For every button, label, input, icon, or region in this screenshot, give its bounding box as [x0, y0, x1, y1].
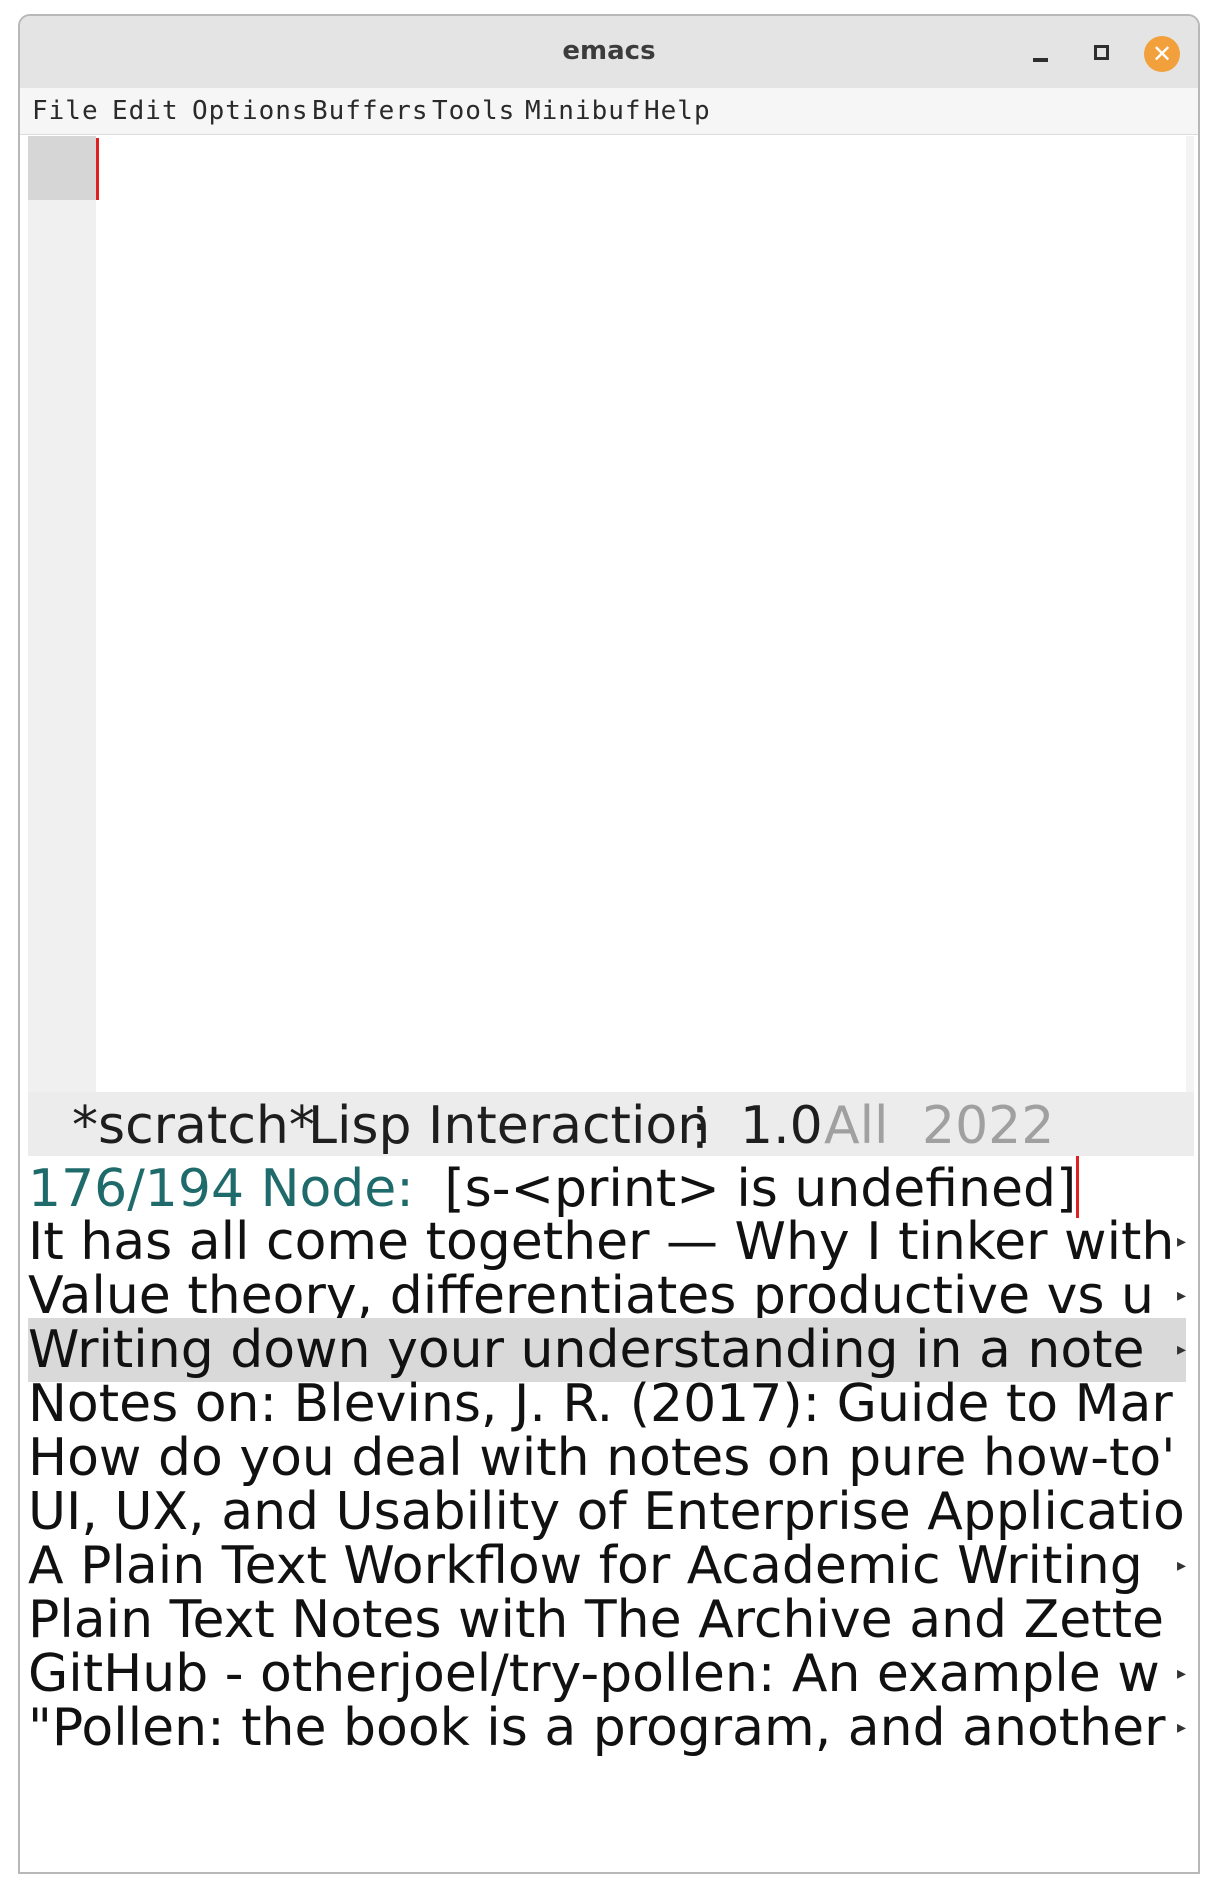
candidate-label: Writing down your understanding in a not…: [28, 1320, 1145, 1380]
maximize-button[interactable]: [1083, 36, 1119, 72]
close-button[interactable]: ✕: [1144, 36, 1180, 72]
modeline-date: 2022: [922, 1096, 1055, 1156]
menu-minibuf[interactable]: Minibuf: [525, 96, 642, 126]
truncation-arrow-icon: ▸: [1176, 1717, 1186, 1738]
candidate-label: UI, UX, and Usability of Enterprise Appl…: [28, 1482, 1185, 1542]
editor-area[interactable]: [28, 136, 1194, 1092]
maximize-icon: [1094, 45, 1109, 60]
minimize-icon: [1033, 58, 1048, 62]
candidate-label: "Pollen: the book is a program, and anot…: [28, 1698, 1166, 1758]
candidate-label: How do you deal with notes on pure how-t…: [28, 1428, 1176, 1488]
menu-file[interactable]: File: [32, 96, 99, 126]
candidate-label: GitHub - otherjoel/try-pollen: An exampl…: [28, 1644, 1160, 1704]
candidate-label: A Plain Text Workflow for Academic Writi…: [28, 1536, 1143, 1596]
menu-edit[interactable]: Edit: [112, 96, 179, 126]
buffer-name[interactable]: *scratch*: [72, 1096, 315, 1156]
menu-options[interactable]: Options: [192, 96, 309, 126]
close-icon: ✕: [1151, 40, 1173, 68]
menu-help[interactable]: Help: [644, 96, 711, 126]
candidate-label: Plain Text Notes with The Archive and Ze…: [28, 1590, 1164, 1650]
major-mode[interactable]: Lisp Interaction: [308, 1096, 710, 1156]
scroll-indicator: All: [824, 1096, 889, 1156]
line-fringe: [28, 136, 96, 1092]
window-title: emacs: [562, 36, 656, 66]
cursor-position: 1.0: [740, 1096, 823, 1156]
modeline-separator: ⋮: [674, 1096, 726, 1156]
current-line-highlight: [28, 136, 96, 200]
title-bar[interactable]: emacs ✕: [20, 16, 1198, 89]
candidate-item[interactable]: "Pollen: the book is a program, and anot…: [28, 1696, 1186, 1760]
candidate-label: Value theory, differentiates productive …: [28, 1266, 1154, 1326]
mode-line: *scratch* Lisp Interaction ⋮ 1.0 All 202…: [28, 1092, 1194, 1156]
minibuffer[interactable]: 176/194 Node: [s-<print> is undefined] I…: [28, 1156, 1198, 1872]
menu-buffers[interactable]: Buffers: [312, 96, 429, 126]
candidate-label: Notes on: Blevins, J. R. (2017): Guide t…: [28, 1374, 1173, 1434]
menu-bar: File Edit Options Buffers Tools Minibuf …: [20, 88, 1198, 135]
menu-tools[interactable]: Tools: [432, 96, 515, 126]
right-fringe: [1186, 136, 1194, 1092]
candidate-label: It has all come together — Why I tinker …: [28, 1212, 1175, 1272]
text-cursor: [96, 138, 99, 200]
minibuffer-cursor: [1076, 1156, 1080, 1218]
emacs-window: emacs ✕ File Edit Options Buffers Tools …: [18, 14, 1200, 1874]
minimize-button[interactable]: [1023, 36, 1059, 72]
